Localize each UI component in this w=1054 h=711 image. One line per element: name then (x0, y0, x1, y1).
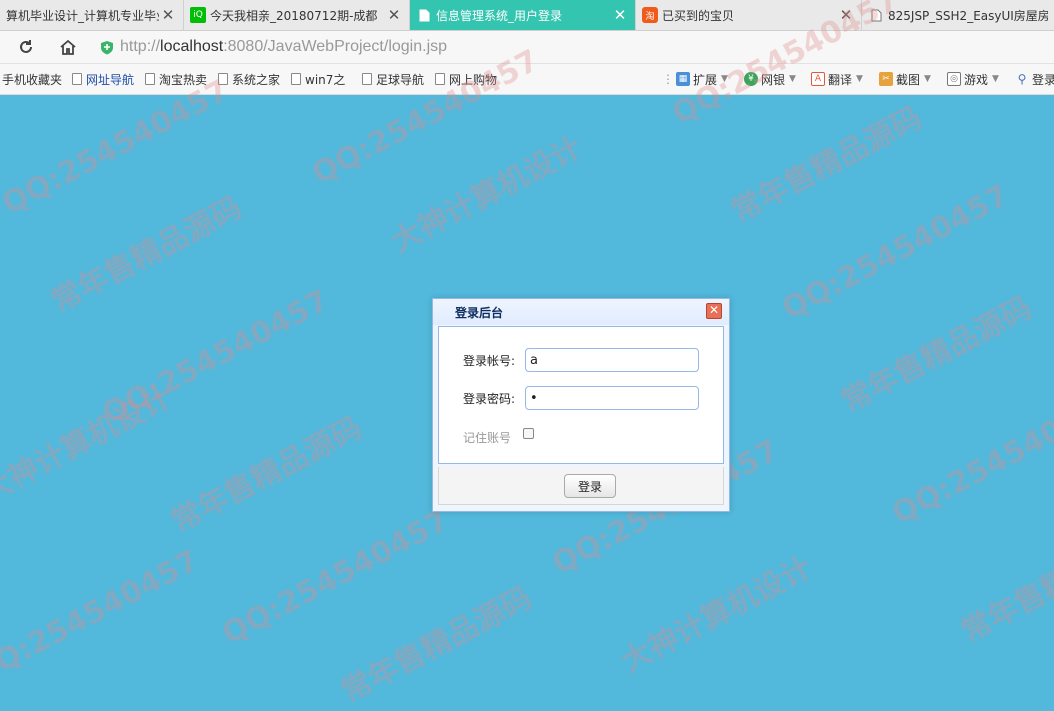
watermark-qq: QQ:254540457 (96, 283, 335, 432)
password-input[interactable]: • (525, 386, 699, 410)
page-icon (218, 73, 228, 85)
watermark-source: 常年售精品源码 (335, 580, 538, 710)
tab-label: 信息管理系统_用户登录 (436, 8, 563, 23)
extension-games[interactable]: ◎ 游戏 ▼ (947, 70, 999, 88)
login-dialog: 登录后台 ✕ 登录帐号: a 登录密码: • 记住账号 登录 (432, 298, 730, 512)
close-icon[interactable]: ✕ (611, 6, 629, 24)
tab-label: 825JSP_SSH2_EasyUI房屋房源 (888, 8, 1048, 23)
watermark-design: 大神计算机设计 (0, 380, 178, 510)
page-icon (145, 73, 155, 85)
tab-dating-show[interactable]: iQ 今天我相亲_20180712期-成都 ✕ (184, 0, 410, 30)
reload-icon[interactable] (15, 36, 37, 58)
remember-account-checkbox[interactable] (523, 428, 534, 439)
dialog-title: 登录后台 (455, 306, 504, 320)
watermark-design: 大神计算机设计 (615, 550, 818, 680)
password-label: 登录密码: (463, 392, 516, 406)
page-icon (72, 73, 82, 85)
watermark-source: 常年售精品源码 (835, 290, 1038, 420)
home-icon[interactable] (57, 36, 79, 58)
bookmark-football-nav[interactable]: 足球导航 (362, 70, 424, 88)
tab-bar: 算机毕业设计_计算机专业毕业 ✕ iQ 今天我相亲_20180712期-成都 ✕… (0, 0, 1054, 31)
grid-icon: ▦ (676, 72, 690, 86)
navigation-bar: http://localhost:8080/JavaWebProject/log… (0, 31, 1054, 64)
page-icon (868, 7, 884, 23)
toolbar-divider: ⋮ (662, 72, 674, 86)
extension-translate[interactable]: A 翻译 ▼ (811, 70, 863, 88)
tab-housing-project[interactable]: 825JSP_SSH2_EasyUI房屋房源 (862, 0, 1054, 30)
extension-ebank[interactable]: ¥ 网银 ▼ (744, 70, 796, 88)
watermark-source: 常年售精品源码 (45, 190, 248, 320)
tab-label: 已买到的宝贝 (662, 8, 735, 23)
bookmark-mobile-favorites[interactable]: 手机收藏夹 (2, 70, 62, 88)
extension-extend[interactable]: ▦ 扩展 ▼ (676, 70, 728, 88)
yen-icon: ¥ (744, 72, 758, 86)
dialog-header: 登录后台 ✕ (433, 299, 729, 325)
remember-account-label: 记住账号 (463, 431, 512, 445)
extension-login[interactable]: ⚲ 登录 (1015, 70, 1054, 88)
dialog-footer: 登录 (438, 467, 724, 505)
tab-label: 算机毕业设计_计算机专业毕业 (6, 8, 159, 23)
account-label: 登录帐号: (463, 354, 516, 368)
chevron-down-icon: ▼ (856, 74, 863, 84)
url-text: http://localhost:8080/JavaWebProject/log… (120, 38, 448, 55)
bookmark-system-home[interactable]: 系统之家 (218, 70, 280, 88)
watermark-qq: QQ:254540457 (216, 503, 455, 652)
taobao-icon: 淘 (642, 7, 658, 23)
translate-icon: A (811, 72, 825, 86)
bookmark-win7[interactable]: win7之 (291, 70, 345, 88)
secure-shield-icon (100, 40, 114, 55)
close-icon[interactable]: ✕ (385, 6, 403, 24)
tab-label: 今天我相亲_20180712期-成都 (210, 8, 378, 23)
bookmark-taobao-hot[interactable]: 淘宝热卖 (145, 70, 207, 88)
chevron-down-icon: ▼ (721, 74, 728, 84)
gamepad-icon: ◎ (947, 72, 961, 86)
watermark-source: 常年售精品源码 (165, 410, 368, 540)
iqiyi-icon: iQ (190, 7, 206, 23)
close-icon[interactable]: ✕ (706, 303, 722, 319)
watermark-qq: QQ:254540457 (776, 178, 1015, 327)
watermark-design: 大神计算机设计 (385, 130, 588, 260)
watermark-qq: QQ:254540457 (886, 383, 1054, 532)
account-input[interactable]: a (525, 348, 699, 372)
watermark-source: 常年售精品源码 (955, 520, 1054, 650)
chevron-down-icon: ▼ (924, 74, 931, 84)
watermark-qq: QQ:254540457 (0, 73, 235, 222)
page-icon (362, 73, 372, 85)
chevron-down-icon: ▼ (789, 74, 796, 84)
page-icon (435, 73, 445, 85)
tab-graduation-design[interactable]: 算机毕业设计_计算机专业毕业 ✕ (0, 0, 184, 30)
scissors-icon: ✂ (879, 72, 893, 86)
search-icon: ⚲ (1017, 72, 1027, 86)
watermark-source: 常年售精品源码 (725, 100, 928, 230)
extension-screenshot[interactable]: ✂ 截图 ▼ (879, 70, 931, 88)
bookmarks-bar: 手机收藏夹 网址导航 淘宝热卖 系统之家 win7之 足球导航 网上购物 ⋮ ▦… (0, 64, 1054, 95)
bookmark-online-shopping[interactable]: 网上购物 (435, 70, 497, 88)
tab-user-login[interactable]: 信息管理系统_用户登录 ✕ (410, 0, 636, 30)
close-icon[interactable]: ✕ (837, 6, 855, 24)
chevron-down-icon: ▼ (992, 74, 999, 84)
watermark-qq: QQ:254540457 (0, 543, 205, 692)
tab-purchased[interactable]: 淘 已买到的宝贝 ✕ (636, 0, 862, 30)
dialog-body: 登录帐号: a 登录密码: • 记住账号 (438, 326, 724, 464)
login-button[interactable]: 登录 (564, 474, 616, 498)
address-bar[interactable]: http://localhost:8080/JavaWebProject/log… (100, 35, 1000, 59)
page-icon (291, 73, 301, 85)
close-icon[interactable]: ✕ (159, 6, 177, 24)
page-icon (416, 7, 432, 23)
bookmark-url-navigation[interactable]: 网址导航 (72, 70, 134, 88)
